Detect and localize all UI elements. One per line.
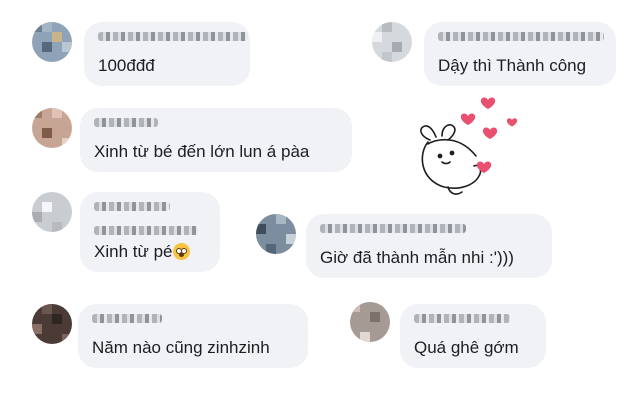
comment-bubble[interactable]: Xinh từ pé <box>80 192 220 272</box>
commenter-name-blurred[interactable] <box>438 32 604 41</box>
comment-text: Xinh từ bé đến lớn lun á pàa <box>94 142 310 161</box>
commenter-name-blurred[interactable] <box>94 118 158 127</box>
flushed-face-emoji <box>173 243 191 260</box>
bunny-icon <box>420 124 482 195</box>
bunny-hearts-sticker <box>420 97 518 195</box>
commenter-name-blurred[interactable] <box>414 314 510 323</box>
comment-bubble[interactable]: Quá ghê gớm <box>400 304 546 368</box>
comment-bubble[interactable]: 100đđđ <box>84 22 250 86</box>
comment-text: Xinh từ pé <box>94 242 191 262</box>
heart-icon <box>482 127 498 139</box>
comment-text-content: Xinh từ pé <box>94 242 173 261</box>
comment-text: Giờ đã thành mẫn nhi :'))) <box>320 248 514 267</box>
commenter-name-blurred[interactable] <box>94 226 198 235</box>
avatar[interactable] <box>32 108 72 148</box>
commenter-name-blurred[interactable] <box>92 314 162 323</box>
heart-icon <box>506 118 518 127</box>
commenter-name-blurred[interactable] <box>320 224 466 233</box>
avatar[interactable] <box>372 22 412 62</box>
commenter-name-blurred[interactable] <box>98 32 248 41</box>
avatar[interactable] <box>350 302 390 342</box>
heart-icon <box>480 97 496 109</box>
avatar[interactable] <box>32 192 72 232</box>
comment-bubble[interactable]: Năm nào cũng zinhzinh <box>78 304 308 368</box>
comment-bubble[interactable]: Giờ đã thành mẫn nhi :'))) <box>306 214 552 278</box>
avatar[interactable] <box>32 304 72 344</box>
heart-icon <box>460 113 476 125</box>
commenter-name-blurred[interactable] <box>94 202 170 211</box>
comment-text: Năm nào cũng zinhzinh <box>92 338 270 357</box>
comment-bubble[interactable]: Xinh từ bé đến lớn lun á pàa <box>80 108 352 172</box>
comment-text: Quá ghê gớm <box>414 338 519 357</box>
comment-text: 100đđđ <box>98 56 155 75</box>
avatar[interactable] <box>32 22 72 62</box>
heart-icon <box>476 161 492 173</box>
comment-bubble[interactable]: Dậy thì Thành công <box>424 22 616 86</box>
comment-text: Dậy thì Thành công <box>438 56 587 75</box>
avatar[interactable] <box>256 214 296 254</box>
